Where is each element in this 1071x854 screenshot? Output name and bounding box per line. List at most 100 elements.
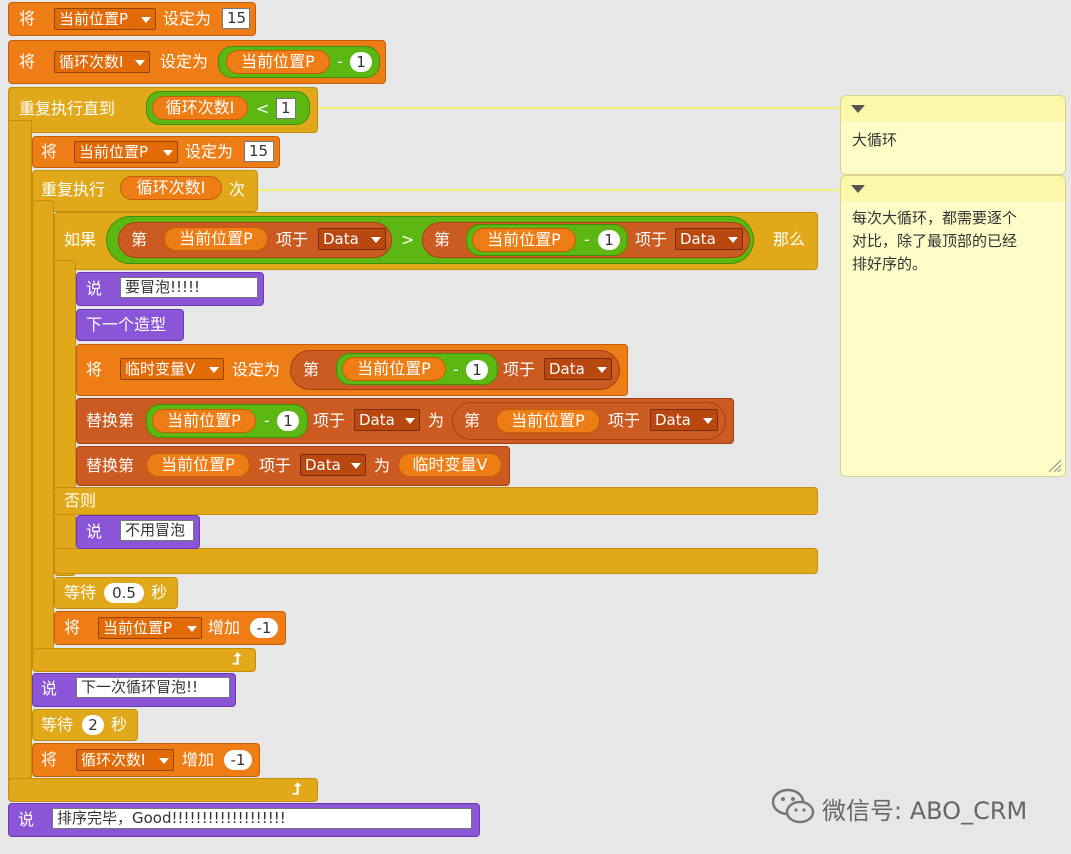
number-field[interactable]: -1 (250, 618, 278, 638)
block-label: 第 (131, 230, 148, 249)
value-field[interactable]: 15 (222, 8, 250, 29)
variable-dropdown[interactable]: 当前位置P (98, 617, 202, 639)
block-label: 次 (229, 180, 246, 199)
block-label: 第 (434, 230, 451, 249)
operator-symbol: - (453, 360, 459, 379)
block-label: 秒 (111, 715, 128, 734)
comment-connector (318, 107, 842, 109)
block-label: 说 (86, 522, 103, 541)
block-label: 替换第 (86, 411, 135, 430)
list-dropdown[interactable]: Data (354, 409, 420, 431)
variable-reporter[interactable]: 临时变量V (398, 453, 502, 477)
list-dropdown[interactable]: Data (318, 228, 386, 250)
number-field[interactable]: 2 (82, 715, 104, 735)
block-label: 设定为 (232, 360, 281, 379)
block-label: 增加 (208, 618, 241, 637)
number-field[interactable]: 1 (277, 411, 299, 431)
operator-symbol: - (337, 52, 343, 71)
variable-reporter[interactable]: 当前位置P (342, 357, 446, 381)
block-label: 说 (18, 810, 35, 829)
block-label: 下一个造型 (86, 315, 167, 334)
block-label: 将 (19, 9, 36, 28)
loop-arrow-icon: ⮥ (232, 649, 242, 668)
say-text-field[interactable]: 不用冒泡 (120, 520, 194, 541)
watermark-text: 微信号: ABO_CRM (822, 797, 1028, 825)
variable-dropdown[interactable]: 当前位置P (54, 8, 156, 30)
block-label: 项于 (608, 411, 641, 430)
if-arm (54, 260, 76, 576)
repeat-arm (32, 200, 54, 670)
variable-dropdown[interactable]: 循环次数I (76, 749, 174, 771)
number-field[interactable]: -1 (224, 750, 252, 770)
block-label: 项于 (503, 360, 536, 379)
operator-symbol: < (256, 99, 270, 118)
else-label: 否则 (64, 491, 97, 510)
block-label: 重复执行 (41, 180, 106, 199)
resize-handle-icon[interactable] (1048, 459, 1062, 473)
variable-dropdown[interactable]: 当前位置P (74, 141, 178, 163)
variable-reporter[interactable]: 当前位置P (152, 409, 256, 433)
number-field[interactable]: 0.5 (104, 583, 144, 603)
variable-reporter[interactable]: 当前位置P (496, 409, 600, 433)
collapse-triangle-icon[interactable] (851, 185, 865, 193)
block-label: 替换第 (86, 456, 135, 475)
block-label: 为 (374, 456, 391, 475)
number-field[interactable]: 1 (466, 360, 488, 380)
block-label: 如果 (64, 230, 97, 249)
block-label: 将 (41, 750, 58, 769)
loop-arrow-icon: ⮥ (292, 779, 302, 798)
block-label: 将 (64, 618, 81, 637)
say-text-field[interactable]: 要冒泡!!!!! (120, 277, 258, 298)
value-field[interactable]: 1 (276, 98, 296, 119)
block-label: 项于 (276, 230, 309, 249)
operator-symbol: - (584, 230, 590, 249)
say-text-field[interactable]: 下一次循环冒泡!! (76, 677, 230, 698)
variable-dropdown[interactable]: 循环次数I (54, 51, 150, 73)
block-label: 设定为 (185, 142, 234, 161)
variable-reporter[interactable]: 当前位置P (226, 50, 330, 74)
list-dropdown[interactable]: Data (300, 454, 366, 476)
block-label: 说 (41, 679, 58, 698)
list-dropdown[interactable]: Data (675, 228, 743, 250)
comment-header[interactable] (841, 96, 1065, 122)
variable-reporter[interactable]: 当前位置P (164, 227, 268, 251)
comment-text-line: 排好序的。 (852, 255, 928, 273)
block-label: 项于 (259, 456, 292, 475)
repeat-foot (32, 648, 256, 672)
comment-connector (258, 189, 842, 191)
block-label: 将 (19, 52, 36, 71)
if-else-foot (54, 548, 818, 574)
block-label: 项于 (635, 230, 668, 249)
comment-note[interactable]: 大循环 (840, 95, 1066, 175)
value-field[interactable]: 15 (244, 141, 274, 162)
number-field[interactable]: 1 (350, 52, 372, 72)
wechat-icon (771, 788, 815, 824)
block-label: 等待 (41, 715, 74, 734)
block-label: 为 (428, 411, 445, 430)
collapse-triangle-icon[interactable] (851, 105, 865, 113)
block-label: 那么 (773, 230, 806, 249)
comment-header[interactable] (841, 176, 1065, 202)
block-label: 项于 (313, 411, 346, 430)
block-label: 将 (41, 142, 58, 161)
variable-reporter[interactable]: 当前位置P (472, 228, 576, 252)
block-label: 等待 (64, 583, 97, 602)
operator-symbol: - (264, 411, 270, 430)
say-text-field[interactable]: 排序完毕，Good!!!!!!!!!!!!!!!!!!! (52, 808, 472, 829)
block-label: 增加 (182, 750, 215, 769)
variable-dropdown[interactable]: 临时变量V (120, 358, 224, 380)
comment-text: 大循环 (852, 131, 898, 149)
block-label: 将 (86, 360, 103, 379)
variable-reporter[interactable]: 当前位置P (146, 453, 250, 477)
block-label: 设定为 (160, 52, 209, 71)
variable-reporter[interactable]: 循环次数I (152, 96, 248, 120)
list-dropdown[interactable]: Data (544, 358, 612, 380)
block-label: 第 (303, 360, 320, 379)
repeat-until-arm (8, 120, 32, 800)
variable-reporter[interactable]: 循环次数I (120, 176, 222, 200)
operator-symbol: > (401, 230, 415, 249)
repeat-until-foot (8, 778, 318, 802)
list-dropdown[interactable]: Data (650, 409, 718, 431)
comment-note[interactable]: 每次大循环，都需要逐个 对比，除了最顶部的已经 排好序的。 (840, 175, 1066, 477)
number-field[interactable]: 1 (598, 230, 620, 250)
